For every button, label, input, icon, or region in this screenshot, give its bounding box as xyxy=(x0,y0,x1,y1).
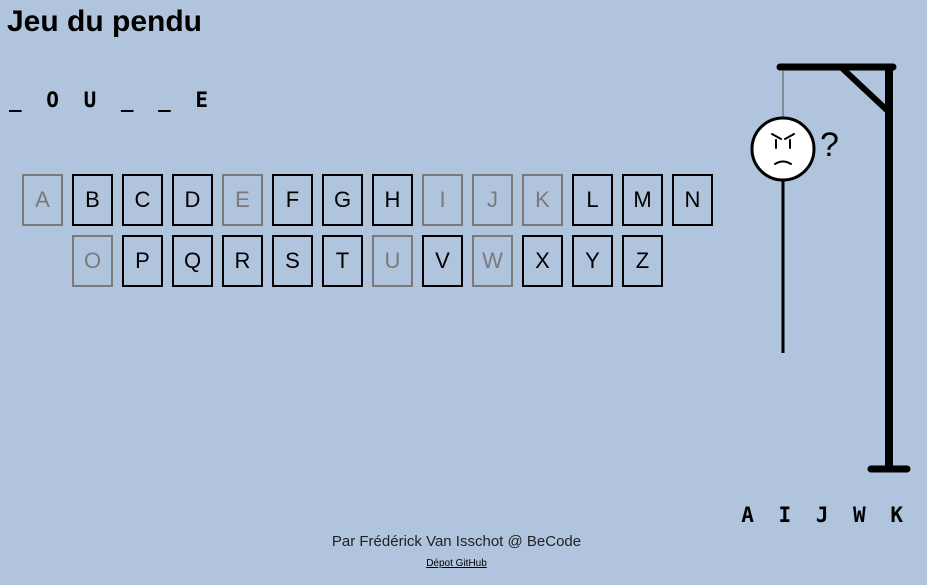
github-link[interactable]: Dépot GitHub xyxy=(426,558,487,569)
key-w: W xyxy=(472,235,513,287)
page-title: Jeu du pendu xyxy=(7,5,202,38)
hangman-head xyxy=(750,116,816,182)
footer: Par Frédérick Van Isschot @ BeCode Dépot… xyxy=(0,532,913,571)
key-t[interactable]: T xyxy=(322,235,363,287)
key-z[interactable]: Z xyxy=(622,235,663,287)
key-v[interactable]: V xyxy=(422,235,463,287)
credit-text: Par Frédérick Van Isschot @ BeCode xyxy=(331,533,582,550)
key-m[interactable]: M xyxy=(622,174,663,226)
key-d[interactable]: D xyxy=(172,174,213,226)
key-h[interactable]: H xyxy=(372,174,413,226)
key-r[interactable]: R xyxy=(222,235,263,287)
question-mark-icon: ? xyxy=(820,126,839,164)
hangman-drawing: ? xyxy=(750,63,911,473)
key-o: O xyxy=(72,235,113,287)
key-j: J xyxy=(472,174,513,226)
key-k: K xyxy=(522,174,563,226)
key-u: U xyxy=(372,235,413,287)
key-a: A xyxy=(22,174,63,226)
key-b[interactable]: B xyxy=(72,174,113,226)
wrong-letters: A I J W K xyxy=(741,503,909,527)
key-s[interactable]: S xyxy=(272,235,313,287)
key-c[interactable]: C xyxy=(122,174,163,226)
key-l[interactable]: L xyxy=(572,174,613,226)
key-q[interactable]: Q xyxy=(172,235,213,287)
hidden-word: _ O U _ _ E xyxy=(9,88,215,112)
gallows-brace xyxy=(840,66,893,116)
key-g[interactable]: G xyxy=(322,174,363,226)
key-f[interactable]: F xyxy=(272,174,313,226)
key-y[interactable]: Y xyxy=(572,235,613,287)
key-i: I xyxy=(422,174,463,226)
key-n[interactable]: N xyxy=(672,174,713,226)
key-x[interactable]: X xyxy=(522,235,563,287)
key-p[interactable]: P xyxy=(122,235,163,287)
head-circle xyxy=(750,116,816,182)
key-e: E xyxy=(222,174,263,226)
